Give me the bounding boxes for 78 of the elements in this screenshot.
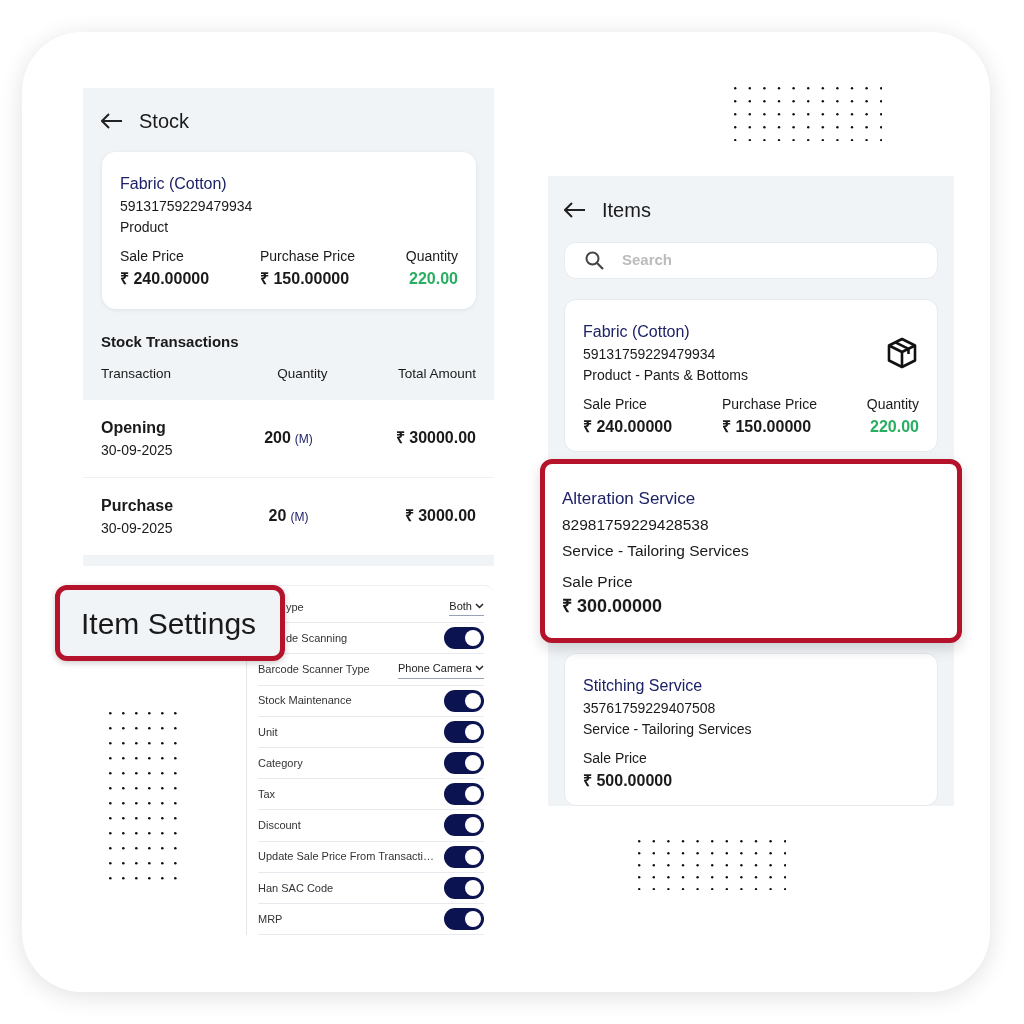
item-category: Product - Pants & Bottoms [583, 365, 748, 385]
dropdown[interactable]: Phone Camera [398, 660, 484, 679]
chevron-down-icon [475, 603, 484, 610]
back-arrow-icon[interactable] [564, 202, 586, 218]
chevron-down-icon [475, 665, 484, 672]
setting-label: Han SAC Code [258, 880, 334, 896]
transaction-date: 30-09-2025 [101, 518, 174, 538]
setting-label: Stock Maintenance [258, 693, 352, 709]
transaction-type: Purchase [101, 495, 175, 516]
quantity-value: 200 [264, 428, 291, 449]
field-label: Sale Price [583, 394, 648, 414]
setting-label: Tax [258, 786, 276, 802]
column-header: Total Amount [397, 364, 476, 383]
setting-label: Unit [258, 724, 278, 740]
unit-label: (M) [290, 509, 309, 527]
column-header: Transaction [101, 364, 172, 383]
callout-label: Item Settings [55, 585, 285, 661]
quantity-value: 220.00 [409, 269, 458, 289]
field-label: Quantity [866, 394, 919, 414]
item-card[interactable]: Stitching Service 35761759229407508 Service - Tailoring Services Sale Price ₹ 500.00000 [564, 653, 938, 806]
amount-value: ₹ 30000.00 [394, 428, 476, 449]
item-code: 59131759229479934 [120, 197, 254, 216]
amount-value: ₹ 3000.00 [403, 506, 476, 527]
setting-label: Barcode Scanner Type [258, 662, 370, 678]
search-input[interactable]: Search [620, 248, 937, 273]
item-category: Product [120, 218, 170, 237]
item-code: 82981759229428538 [562, 515, 710, 536]
item-category: Service - Tailoring Services [562, 540, 749, 561]
toggle-switch[interactable] [444, 907, 484, 930]
item-name: Fabric (Cotton) [583, 321, 691, 342]
quantity-value: 20 [268, 506, 287, 527]
item-code: 35761759229407508 [583, 699, 717, 718]
price-value: ₹ 240.00000 [120, 269, 210, 289]
transaction-type: Opening [101, 417, 167, 438]
price-value: ₹ 150.00000 [260, 269, 351, 289]
item-code: 59131759229479934 [583, 344, 717, 364]
setting-label: MRP [258, 911, 283, 927]
quantity-value: 220.00 [870, 416, 919, 437]
item-card[interactable]: Fabric (Cotton) 59131759229479934 Product - Pants & Bottoms Sale Price ₹ 240.00000 Purchase Price ₹ 150.00000 Quantity 220.00 [564, 298, 938, 452]
screen-title: Items [602, 198, 651, 223]
setting-label: Discount [258, 818, 301, 834]
field-label: Quantity [405, 247, 458, 266]
field-label: Purchase Price [722, 394, 817, 414]
item-card[interactable]: Alteration Service 82981759229428538 Service - Tailoring Services Sale Price ₹ 300.00000 [540, 458, 962, 643]
item-name: Fabric (Cotton) [120, 174, 228, 194]
field-label: Purchase Price [260, 247, 355, 266]
price-value: ₹ 240.00000 [583, 416, 673, 437]
toggle-switch[interactable] [444, 720, 484, 743]
setting-label: ype [286, 599, 304, 615]
setting-label: Update Sale Price From Transacti… [258, 849, 435, 865]
setting-label: Category [258, 755, 303, 771]
section-title: Stock Transactions [101, 332, 240, 352]
item-name: Alteration Service [562, 487, 697, 510]
price-value: ₹ 150.00000 [722, 416, 813, 437]
field-label: Sale Price [583, 749, 648, 768]
toggle-switch[interactable] [444, 783, 484, 806]
toggle-switch[interactable] [444, 845, 484, 868]
item-name: Stitching Service [583, 676, 704, 696]
back-arrow-icon[interactable] [101, 113, 123, 129]
item-category: Service - Tailoring Services [583, 720, 752, 739]
unit-label: (M) [294, 431, 313, 449]
toggle-switch[interactable] [444, 627, 484, 650]
toggle-switch[interactable] [444, 689, 484, 712]
toggle-switch[interactable] [444, 876, 484, 899]
toggle-switch[interactable] [444, 752, 484, 775]
price-value: ₹ 300.00000 [562, 595, 663, 618]
field-label: Sale Price [562, 571, 634, 592]
setting-label: de Scanning [286, 631, 348, 647]
field-label: Sale Price [120, 247, 185, 266]
box-icon [885, 335, 919, 370]
price-value: ₹ 500.00000 [583, 771, 673, 791]
screen-title: Stock [139, 109, 190, 134]
dropdown[interactable]: Both [449, 597, 484, 617]
toggle-switch[interactable] [444, 814, 484, 837]
transaction-date: 30-09-2025 [101, 440, 174, 460]
search-field[interactable]: Search [564, 242, 938, 279]
column-header: Quantity [277, 364, 328, 383]
search-icon [585, 250, 604, 270]
